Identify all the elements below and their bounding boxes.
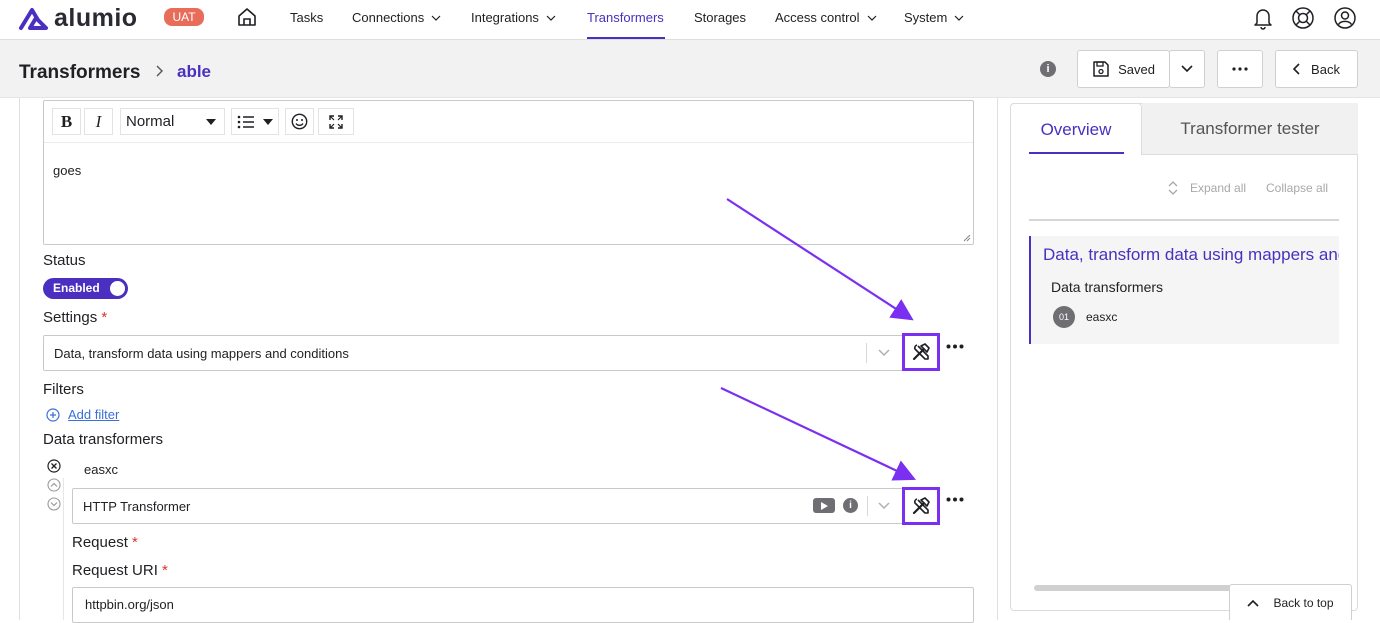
arrow-to-settings-tools: [726, 198, 914, 321]
arrow-to-transformer-tools: [720, 387, 916, 481]
item-number-badge: 01: [1053, 306, 1075, 328]
overview-panel: [1010, 103, 1358, 611]
overview-tree: Data, transform data using mappers and c…: [1029, 236, 1339, 344]
panel-divider: [1029, 219, 1339, 221]
chevron-up-icon: [1247, 599, 1260, 607]
tab-overview[interactable]: Overview: [1010, 103, 1142, 155]
expand-all-button[interactable]: Expand all: [1167, 181, 1246, 195]
expand-arrows-icon: [1168, 181, 1178, 195]
horizontal-scrollbar[interactable]: [1034, 585, 1234, 591]
back-to-top-button[interactable]: Back to top: [1229, 584, 1352, 620]
tab-transformer-tester[interactable]: Transformer tester: [1142, 103, 1358, 155]
collapse-all-button[interactable]: Collapse all: [1266, 181, 1328, 195]
overview-title[interactable]: Data, transform data using mappers and c…: [1043, 245, 1339, 265]
tab-active-indicator: [1029, 152, 1124, 154]
overview-item[interactable]: easxc: [1086, 310, 1117, 324]
overview-section[interactable]: Data transformers: [1051, 279, 1163, 295]
